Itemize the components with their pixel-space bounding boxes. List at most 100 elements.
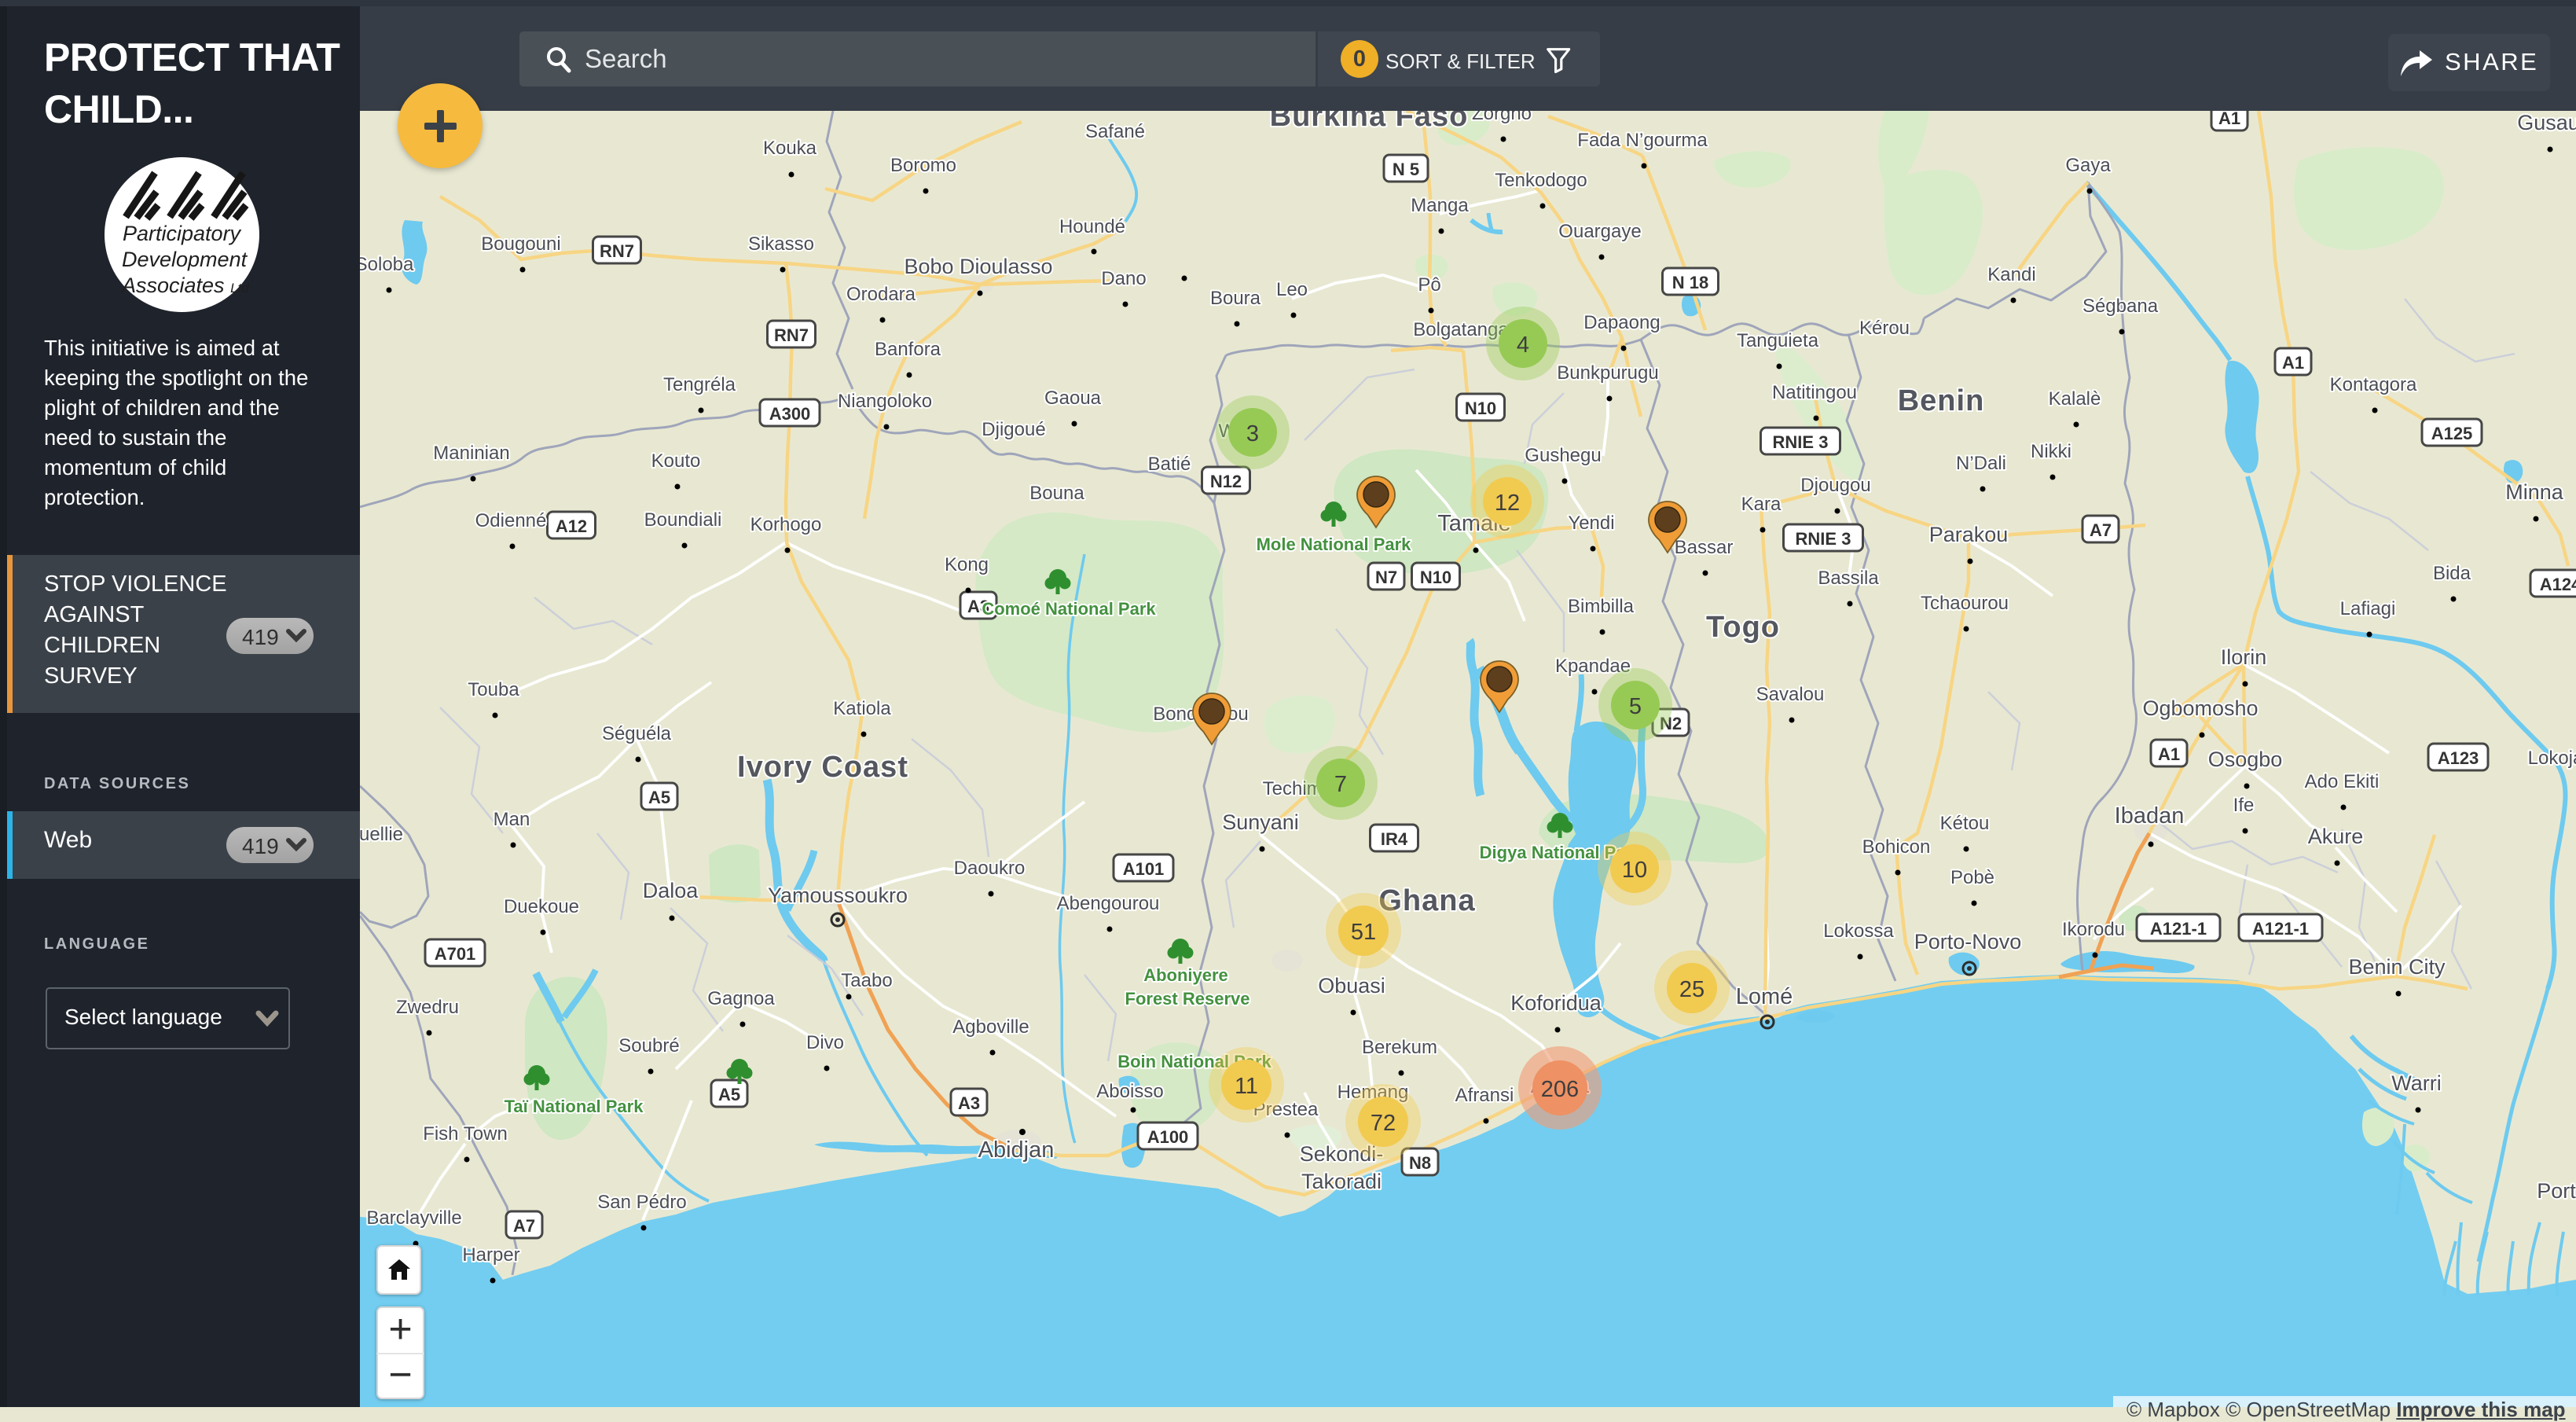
svg-text:Tenkodogo: Tenkodogo xyxy=(1495,170,1587,191)
svg-text:Gaya: Gaya xyxy=(2065,155,2111,176)
svg-text:Sunyani: Sunyani xyxy=(1222,810,1299,834)
svg-text:Bunkpurugu: Bunkpurugu xyxy=(1557,362,1658,384)
svg-text:Kara: Kara xyxy=(1741,494,1782,515)
svg-text:Man: Man xyxy=(494,809,530,830)
svg-text:Port: Port xyxy=(2537,1179,2576,1203)
svg-text:A123: A123 xyxy=(2438,748,2479,768)
svg-text:3: 3 xyxy=(1246,421,1259,446)
svg-text:12: 12 xyxy=(1495,491,1520,516)
svg-text:Kalalè: Kalalè xyxy=(2049,388,2101,410)
svg-text:Taabo: Taabo xyxy=(841,970,892,991)
svg-text:Ségbana: Ségbana xyxy=(2082,296,2159,317)
svg-text:A121-1: A121-1 xyxy=(2150,919,2207,939)
svg-text:Berekum: Berekum xyxy=(1362,1037,1437,1058)
svg-text:A124: A124 xyxy=(2540,575,2576,594)
svg-text:Kétou: Kétou xyxy=(1940,813,1990,834)
svg-text:Korhogo: Korhogo xyxy=(750,514,822,535)
svg-text:Development: Development xyxy=(122,248,248,271)
svg-text:Houndé: Houndé xyxy=(1059,216,1125,237)
svg-text:Odienné: Odienné xyxy=(475,510,547,531)
svg-text:Tanguieta: Tanguieta xyxy=(1737,330,1819,351)
svg-text:N10: N10 xyxy=(1420,568,1451,587)
svg-text:Savalou: Savalou xyxy=(1756,684,1825,705)
svg-text:Abidjan: Abidjan xyxy=(978,1137,1055,1163)
svg-text:72: 72 xyxy=(1371,1111,1396,1136)
svg-text:Akure: Akure xyxy=(2308,825,2364,848)
svg-text:A125: A125 xyxy=(2431,424,2473,443)
svg-text:4: 4 xyxy=(1517,333,1529,358)
svg-text:Fada N’gourma: Fada N’gourma xyxy=(1577,130,1708,151)
svg-text:Gagnoa: Gagnoa xyxy=(707,988,775,1009)
svg-text:Harper: Harper xyxy=(462,1244,519,1266)
svg-text:Soubré: Soubré xyxy=(618,1035,679,1056)
svg-text:Pobè: Pobè xyxy=(1950,867,1994,888)
svg-text:Ouargaye: Ouargaye xyxy=(1558,221,1641,242)
svg-text:Comoé National Park: Comoé National Park xyxy=(982,599,1156,619)
svg-text:Bougouni: Bougouni xyxy=(481,233,560,255)
svg-text:A1: A1 xyxy=(2158,744,2180,764)
svg-text:Bassila: Bassila xyxy=(1818,568,1879,589)
svg-text:Participatory: Participatory xyxy=(123,222,242,245)
svg-text:Togo: Togo xyxy=(1706,611,1780,644)
svg-text:N12: N12 xyxy=(1210,472,1242,491)
svg-text:Taï National Park: Taï National Park xyxy=(505,1097,644,1116)
svg-text:Takoradi: Takoradi xyxy=(1301,1170,1382,1193)
svg-text:Soloba: Soloba xyxy=(360,254,414,275)
svg-text:Aboniyere: Aboniyere xyxy=(1143,965,1228,985)
svg-text:5: 5 xyxy=(1629,694,1642,719)
svg-text:Niangoloko: Niangoloko xyxy=(838,391,932,412)
svg-text:A1: A1 xyxy=(2282,353,2304,373)
svg-text:Bimbilla: Bimbilla xyxy=(1568,596,1635,617)
svg-text:A101: A101 xyxy=(1123,859,1165,879)
svg-text:Porto-Novo: Porto-Novo xyxy=(1914,930,2022,954)
svg-text:11: 11 xyxy=(1235,1074,1258,1099)
svg-text:Maninian: Maninian xyxy=(433,443,509,464)
svg-text:A5: A5 xyxy=(648,788,670,807)
svg-text:Gushegu: Gushegu xyxy=(1525,445,1601,466)
svg-text:Bouna: Bouna xyxy=(1029,483,1084,504)
svg-text:Gaoua: Gaoua xyxy=(1044,388,1102,409)
svg-text:Obuasi: Obuasi xyxy=(1318,974,1385,998)
svg-text:Leo: Leo xyxy=(1276,279,1308,300)
svg-text:Mole National Park: Mole National Park xyxy=(1257,535,1412,554)
svg-text:N7: N7 xyxy=(1375,568,1397,587)
svg-text:A300: A300 xyxy=(769,404,811,424)
svg-text:Djougou: Djougou xyxy=(1800,475,1870,496)
svg-text:Katiola: Katiola xyxy=(833,698,891,719)
svg-text:Manga: Manga xyxy=(1411,195,1469,216)
svg-text:Lokossa: Lokossa xyxy=(1823,920,1894,942)
svg-text:Benin City: Benin City xyxy=(2348,955,2446,979)
svg-text:A3: A3 xyxy=(958,1093,980,1113)
svg-text:Djigoué: Djigoué xyxy=(982,419,1045,440)
svg-text:Yendi: Yendi xyxy=(1568,513,1614,534)
svg-text:San Pédro: San Pédro xyxy=(597,1192,686,1213)
svg-text:Afransi: Afransi xyxy=(1455,1085,1514,1106)
svg-text:RNIE 3: RNIE 3 xyxy=(1773,432,1829,452)
svg-text:Kong: Kong xyxy=(945,554,989,575)
svg-text:RN7: RN7 xyxy=(600,241,634,261)
svg-text:206: 206 xyxy=(1541,1077,1579,1102)
svg-text:A7: A7 xyxy=(513,1216,535,1236)
svg-text:Dapaong: Dapaong xyxy=(1583,312,1660,333)
svg-text:Kontagora: Kontagora xyxy=(2330,374,2417,395)
svg-text:Daloa: Daloa xyxy=(643,879,699,902)
svg-text:Ilorin: Ilorin xyxy=(2221,645,2267,669)
svg-text:Kandi: Kandi xyxy=(1987,264,2035,285)
svg-text:Lafiagi: Lafiagi xyxy=(2340,598,2396,619)
svg-text:Kouto: Kouto xyxy=(651,450,701,472)
svg-text:Batié: Batié xyxy=(1148,454,1191,475)
svg-text:N 5: N 5 xyxy=(1393,160,1419,179)
svg-text:Warri: Warri xyxy=(2391,1071,2441,1095)
svg-text:Kouka: Kouka xyxy=(763,138,817,159)
svg-text:A1: A1 xyxy=(2218,111,2240,128)
svg-text:Gusau: Gusau xyxy=(2517,111,2576,134)
svg-text:Banfora: Banfora xyxy=(875,339,941,360)
svg-text:Bassar: Bassar xyxy=(1675,537,1734,558)
svg-text:RNIE 3: RNIE 3 xyxy=(1796,529,1851,549)
svg-text:N10: N10 xyxy=(1465,399,1496,418)
svg-text:Pô: Pô xyxy=(1418,274,1440,296)
svg-text:A701: A701 xyxy=(435,944,476,964)
svg-text:Aboisso: Aboisso xyxy=(1096,1081,1163,1102)
svg-text:Kérou: Kérou xyxy=(1859,318,1910,339)
svg-text:Ivory Coast: Ivory Coast xyxy=(737,751,908,784)
